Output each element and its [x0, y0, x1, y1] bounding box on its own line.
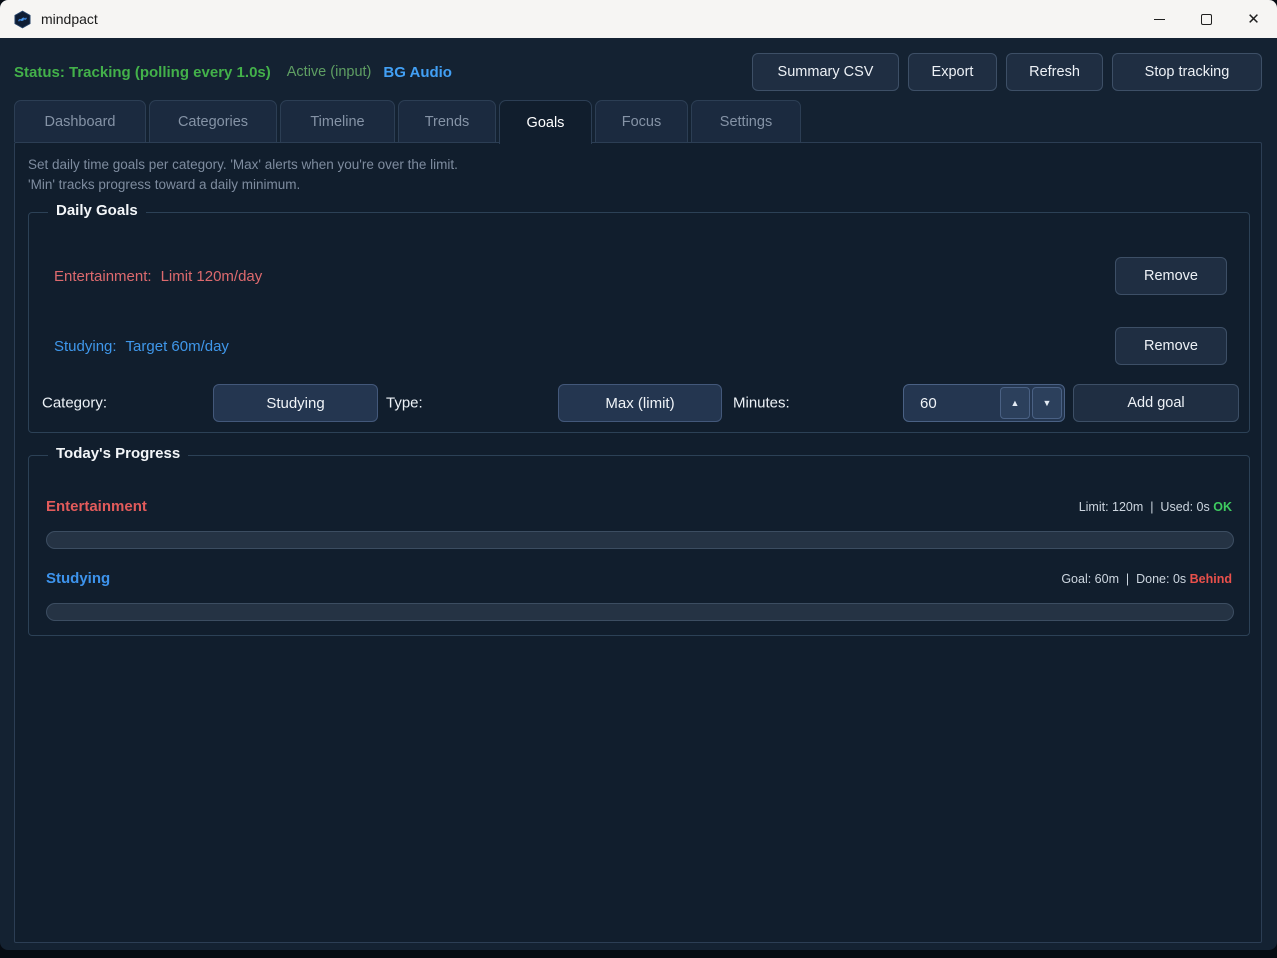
header-buttons: Summary CSV Export Refresh Stop tracking — [752, 53, 1262, 91]
todays-progress-groupbox: Today's Progress Entertainment Limit: 12… — [28, 455, 1250, 636]
goals-description-line2: 'Min' tracks progress toward a daily min… — [28, 175, 458, 195]
goal-detail-label: Limit 120m/day — [161, 268, 263, 285]
remove-goal-button-studying[interactable]: Remove — [1115, 327, 1227, 365]
remove-goal-button-entertainment[interactable]: Remove — [1115, 257, 1227, 295]
tab-trends[interactable]: Trends — [398, 100, 496, 142]
progress-bar-entertainment — [46, 531, 1234, 549]
goal-row-studying: Studying: Target 60m/day Remove — [29, 327, 1249, 365]
spin-up-button[interactable]: ▲ — [1000, 387, 1030, 419]
close-icon: ✕ — [1247, 12, 1260, 27]
progress-stats-text: Goal: 60m | Done: 0s — [1061, 572, 1186, 586]
type-label: Type: — [386, 395, 423, 412]
category-select[interactable]: Studying — [213, 384, 378, 422]
header-row: Status: Tracking (polling every 1.0s) Ac… — [0, 47, 1277, 97]
tab-dashboard[interactable]: Dashboard — [14, 100, 146, 142]
add-goal-form: Category: Studying Type: Max (limit) Min… — [29, 384, 1249, 422]
summary-csv-button[interactable]: Summary CSV — [752, 53, 899, 91]
progress-name: Studying — [46, 570, 110, 587]
category-label: Category: — [42, 395, 107, 412]
stop-tracking-button[interactable]: Stop tracking — [1112, 53, 1262, 91]
maximize-button[interactable] — [1183, 0, 1230, 38]
arrow-down-icon: ▼ — [1043, 398, 1052, 408]
progress-status-badge: OK — [1213, 500, 1232, 514]
tab-categories[interactable]: Categories — [149, 100, 277, 142]
goal-category-label: Entertainment: — [54, 268, 152, 285]
goal-text-studying: Studying: Target 60m/day — [54, 338, 229, 355]
tab-goals[interactable]: Goals — [499, 100, 592, 144]
app-logo-icon — [13, 10, 32, 29]
minimize-icon — [1154, 19, 1165, 20]
daily-goals-title: Daily Goals — [48, 202, 146, 219]
type-select[interactable]: Max (limit) — [558, 384, 722, 422]
goal-detail-label: Target 60m/day — [126, 338, 229, 355]
progress-header-studying: Studying Goal: 60m | Done: 0s Behind — [46, 570, 1232, 590]
window-controls: ✕ — [1136, 0, 1277, 38]
minutes-label: Minutes: — [733, 395, 790, 412]
category-select-value: Studying — [266, 395, 324, 412]
titlebar: mindpact ✕ — [0, 0, 1277, 38]
goal-category-label: Studying: — [54, 338, 117, 355]
minimize-button[interactable] — [1136, 0, 1183, 38]
active-input-label: Active (input) — [287, 64, 372, 80]
tab-focus[interactable]: Focus — [595, 100, 688, 142]
add-goal-button[interactable]: Add goal — [1073, 384, 1239, 422]
tab-bar: Dashboard Categories Timeline Trends Goa… — [14, 100, 801, 144]
goal-row-entertainment: Entertainment: Limit 120m/day Remove — [29, 257, 1249, 295]
maximize-icon — [1201, 14, 1212, 25]
spin-down-button[interactable]: ▼ — [1032, 387, 1062, 419]
type-select-value: Max (limit) — [605, 395, 674, 412]
goals-description-line1: Set daily time goals per category. 'Max'… — [28, 155, 458, 175]
tracking-status-text: Status: Tracking (polling every 1.0s) — [14, 64, 271, 81]
progress-header-entertainment: Entertainment Limit: 120m | Used: 0s OK — [46, 498, 1232, 518]
progress-bar-studying — [46, 603, 1234, 621]
progress-status-badge: Behind — [1190, 572, 1232, 586]
window-title: mindpact — [41, 11, 98, 27]
goal-text-entertainment: Entertainment: Limit 120m/day — [54, 268, 262, 285]
progress-stats: Goal: 60m | Done: 0s Behind — [1061, 572, 1232, 586]
tab-timeline[interactable]: Timeline — [280, 100, 395, 142]
close-button[interactable]: ✕ — [1230, 0, 1277, 38]
progress-name: Entertainment — [46, 498, 147, 515]
bg-audio-label: BG Audio — [383, 64, 452, 81]
minutes-spinner[interactable]: 60 ▲ ▼ — [903, 384, 1065, 422]
goals-description: Set daily time goals per category. 'Max'… — [28, 155, 458, 195]
daily-goals-groupbox: Daily Goals Entertainment:Limit 120m/day… — [28, 212, 1250, 433]
minutes-spinner-value: 60 — [920, 395, 1000, 412]
todays-progress-title: Today's Progress — [48, 445, 188, 462]
progress-stats: Limit: 120m | Used: 0s OK — [1079, 500, 1232, 514]
app-window: mindpact ✕ Status: Tracking (polling eve… — [0, 0, 1277, 950]
refresh-button[interactable]: Refresh — [1006, 53, 1103, 91]
tab-settings[interactable]: Settings — [691, 100, 801, 142]
goals-tab-pane: Set daily time goals per category. 'Max'… — [14, 142, 1262, 943]
progress-stats-text: Limit: 120m | Used: 0s — [1079, 500, 1210, 514]
arrow-up-icon: ▲ — [1011, 398, 1020, 408]
export-button[interactable]: Export — [908, 53, 997, 91]
